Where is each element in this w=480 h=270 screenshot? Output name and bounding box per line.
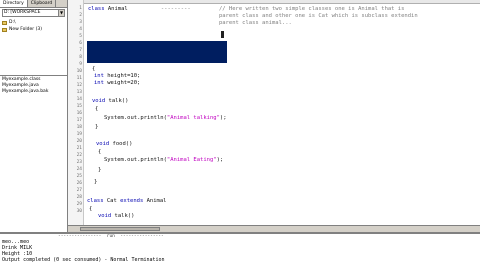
- tab-directory[interactable]: Directory: [0, 0, 28, 7]
- tree-item-root[interactable]: D:\: [2, 19, 65, 26]
- code-text: talk(): [111, 213, 135, 219]
- code-text: System.out.println(: [104, 157, 167, 163]
- line-number: 6: [79, 41, 82, 46]
- line-number: 27: [76, 188, 82, 193]
- keyword: int: [94, 80, 104, 86]
- drive-select[interactable]: D: [WORKSPACE ▼: [2, 9, 65, 17]
- text-selection: [87, 41, 227, 63]
- code-line: class Animal ---------: [88, 6, 191, 13]
- line-number: 16: [76, 111, 82, 116]
- line-number: 22: [76, 153, 82, 158]
- code-comment-line: parent class animal...: [219, 20, 292, 26]
- code-line: System.out.println("Animal talking");: [104, 115, 227, 122]
- line-number: 15: [76, 104, 82, 109]
- code-line: {: [98, 149, 102, 155]
- line-number: 14: [76, 97, 82, 102]
- tree-item-new-folder[interactable]: New Folder (3): [2, 26, 65, 33]
- drive-select-value: D: [WORKSPACE: [4, 10, 41, 15]
- code-line: void talk(): [92, 98, 128, 105]
- string-literal: "Animal Eating": [166, 157, 217, 163]
- line-number: 7: [79, 48, 82, 53]
- line-number: 11: [76, 76, 82, 81]
- code-text: );: [219, 115, 227, 121]
- line-number: 4: [79, 27, 82, 32]
- folder-icon: [2, 27, 7, 32]
- keyword: int: [94, 73, 104, 79]
- line-number-gutter: 1 2 3 4 5 6 7 8 9 10 11 12 13 14 15 16 1…: [68, 0, 84, 225]
- line-number: 21: [76, 146, 82, 151]
- code-line: {: [92, 66, 96, 72]
- chevron-down-icon[interactable]: ▼: [58, 10, 64, 16]
- file-explorer-pane: Directory Clipboard D: [WORKSPACE ▼ D:\ …: [0, 0, 68, 232]
- line-number: 18: [76, 125, 82, 130]
- explorer-tabs: Directory Clipboard: [0, 0, 67, 8]
- scrollbar-thumb[interactable]: [80, 227, 160, 231]
- line-number: 19: [76, 132, 82, 137]
- line-number: 5: [79, 34, 82, 39]
- code-line: {: [89, 206, 93, 212]
- keyword: class: [88, 6, 105, 12]
- code-text: weight=20;: [103, 80, 141, 86]
- keyword: void: [92, 98, 106, 104]
- class-name: Cat: [103, 198, 121, 204]
- class-name: Animal: [104, 6, 128, 12]
- code-text: System.out.println(: [104, 115, 167, 121]
- line-number: 30: [76, 209, 82, 214]
- file-item-java-bak[interactable]: Myexample.java.bak: [2, 89, 65, 95]
- horizontal-scrollbar[interactable]: [68, 225, 480, 232]
- keyword: void: [96, 141, 110, 147]
- text-cursor: [221, 31, 224, 38]
- line-number: 12: [76, 83, 82, 88]
- code-line: class Cat extends Animal: [87, 198, 167, 205]
- code-line: {: [95, 106, 99, 112]
- line-number: 3: [79, 20, 82, 25]
- line-number: 2: [79, 13, 82, 18]
- line-number: 20: [76, 139, 82, 144]
- code-line: void food(): [96, 141, 132, 148]
- line-number: 26: [76, 181, 82, 186]
- code-line: int weight=20;: [94, 80, 140, 87]
- line-number: 23: [76, 160, 82, 165]
- code-text: );: [216, 157, 224, 163]
- comment-dashes: ---------: [127, 6, 191, 12]
- line-number: 29: [76, 202, 82, 207]
- code-line: }: [94, 179, 98, 185]
- line-number: 1: [79, 6, 82, 11]
- line-number: 8: [79, 55, 82, 60]
- tree-item-label: New Folder (3): [9, 27, 42, 32]
- code-line: System.out.println("Animal Eating");: [104, 157, 223, 164]
- code-line: }: [98, 167, 102, 173]
- output-panel: ---------------- run ---------------- me…: [0, 232, 480, 270]
- line-number: 25: [76, 174, 82, 179]
- tree-item-label: D:\: [9, 20, 16, 25]
- code-text: talk(): [105, 98, 129, 104]
- editor-ruler: [84, 0, 480, 4]
- keyword: void: [98, 213, 112, 219]
- output-line: Output completed (0 sec consumed) - Norm…: [2, 257, 165, 263]
- line-number: 17: [76, 118, 82, 123]
- folder-open-icon: [2, 20, 7, 25]
- tab-clipboard[interactable]: Clipboard: [27, 0, 57, 7]
- line-number: 10: [76, 69, 82, 74]
- string-literal: "Animal talking": [166, 115, 220, 121]
- folder-tree: D:\ New Folder (3): [0, 18, 67, 76]
- keyword: class: [87, 198, 104, 204]
- code-text: food(): [109, 141, 133, 147]
- code-comment-line: // Here written two simple classes one i…: [219, 6, 405, 12]
- code-comment-line: parent class and other one is Cat which …: [219, 13, 418, 19]
- code-editor[interactable]: 1 2 3 4 5 6 7 8 9 10 11 12 13 14 15 16 1…: [68, 0, 480, 232]
- code-line: void talk(): [98, 213, 134, 220]
- code-text: height=10;: [103, 73, 141, 79]
- line-number: 9: [79, 62, 82, 67]
- keyword: extends: [120, 198, 144, 204]
- code-line: }: [95, 124, 99, 130]
- line-number: 24: [76, 167, 82, 172]
- file-list: Myexample.class Myexample.java Myexample…: [0, 76, 67, 96]
- class-name: Animal: [143, 198, 167, 204]
- code-line: int height=10;: [94, 73, 140, 80]
- line-number: 28: [76, 195, 82, 200]
- line-number: 13: [76, 90, 82, 95]
